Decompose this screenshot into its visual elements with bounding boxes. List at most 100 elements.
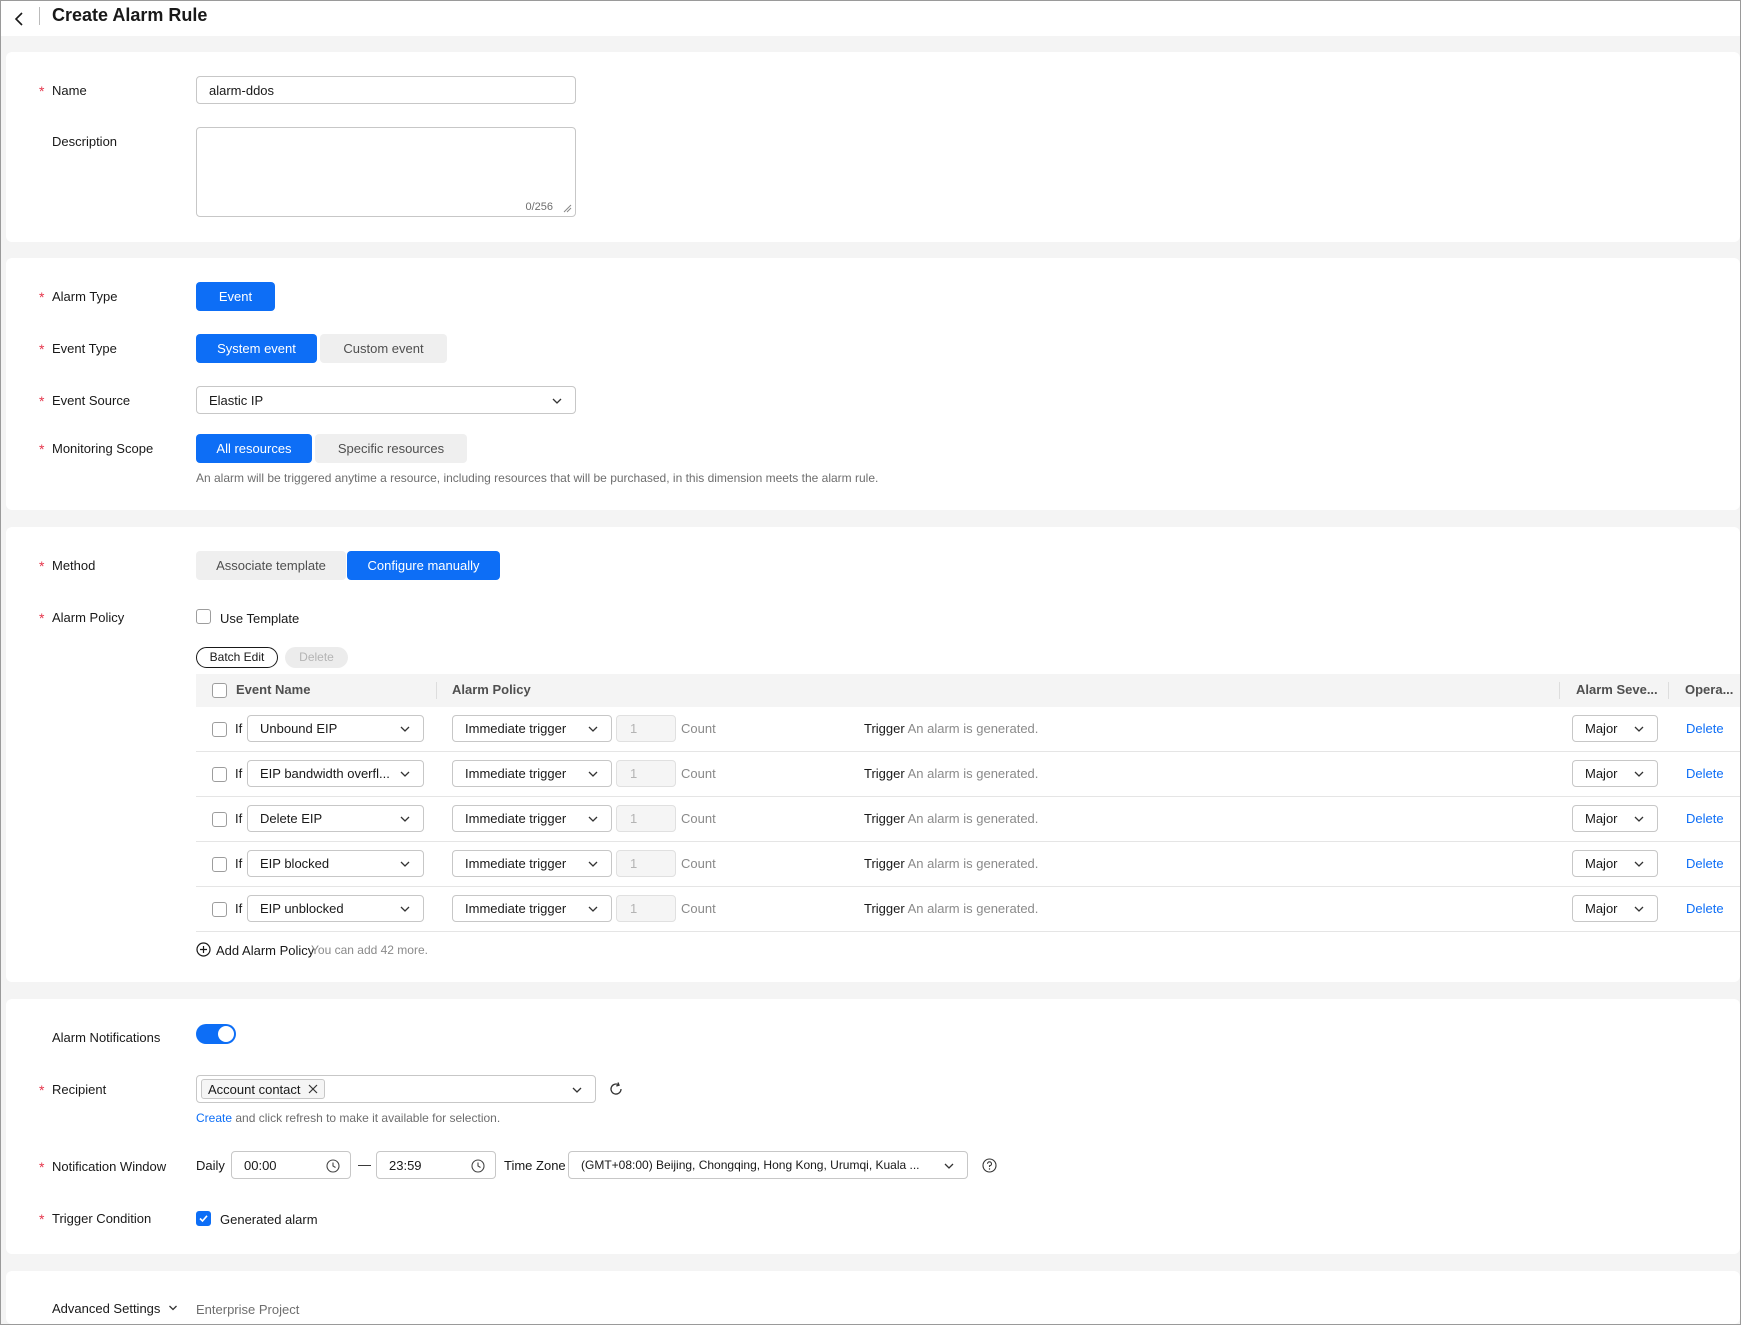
trigger-type-value: Immediate trigger [465,766,567,781]
trigger-text: An alarm is generated. [907,856,1039,871]
column-divider [436,682,437,699]
chevron-down-icon [1634,771,1644,777]
event-name-select[interactable]: EIP bandwidth overfl... [247,760,424,787]
count-label: Count [681,766,716,781]
specific-resources-tab[interactable]: Specific resources [315,434,467,463]
create-link[interactable]: Create [196,1111,232,1125]
trigger-word: Trigger [864,766,905,781]
batch-edit-button[interactable]: Batch Edit [196,647,278,668]
page-title: Create Alarm Rule [52,5,208,25]
severity-value: Major [1585,856,1618,871]
alarm-notifications-toggle[interactable] [196,1024,236,1044]
time-range-dash: — [358,1157,371,1172]
close-icon[interactable] [308,1084,318,1094]
start-time-picker[interactable]: 00:00 [231,1151,351,1179]
count-label: Count [681,721,716,736]
top-bar: Create Alarm Rule [1,1,1740,36]
delete-row-link[interactable]: Delete [1686,721,1724,736]
delete-row-link[interactable]: Delete [1686,811,1724,826]
row-checkbox[interactable] [212,767,227,782]
trigger-type-select[interactable]: Immediate trigger [452,895,612,922]
alarm-type-event-button[interactable]: Event [196,282,275,311]
recipient-label: Recipient [52,1082,107,1097]
trigger-type-select[interactable]: Immediate trigger [452,760,612,787]
delete-row-link[interactable]: Delete [1686,856,1724,871]
select-all-checkbox[interactable] [212,683,227,698]
event-source-label: Event Source [52,393,131,408]
table-row: If EIP blocked Immediate trigger 1 Count Trig… [196,842,1740,887]
help-icon[interactable] [982,1158,997,1173]
chevron-down-icon [588,726,598,732]
count-input[interactable]: 1 [616,715,676,742]
batch-delete-button[interactable]: Delete [285,647,348,668]
trigger-description: Trigger An alarm is generated. [864,721,1038,736]
check-icon [199,1215,208,1223]
row-checkbox[interactable] [212,812,227,827]
row-checkbox[interactable] [212,902,227,917]
count-input[interactable]: 1 [616,760,676,787]
method-label: Method [52,558,96,573]
severity-select[interactable]: Major [1572,715,1658,742]
required-mark: * [39,558,45,574]
count-input[interactable]: 1 [616,805,676,832]
event-name-value: EIP unblocked [260,901,344,916]
associate-template-tab[interactable]: Associate template [196,551,346,580]
chevron-down-icon [400,726,410,732]
clock-icon [326,1159,340,1173]
all-resources-tab[interactable]: All resources [196,434,312,463]
recipient-tag-label: Account contact [208,1081,301,1097]
required-mark: * [39,1159,45,1175]
column-operation: Opera... [1685,682,1734,697]
chevron-down-icon [588,816,598,822]
severity-select[interactable]: Major [1572,760,1658,787]
count-input[interactable]: 1 [616,895,676,922]
name-input[interactable]: alarm-ddos [196,76,576,104]
end-time-picker[interactable]: 23:59 [376,1151,496,1179]
generated-alarm-checkbox[interactable] [196,1211,211,1226]
alarm-type-card: * Alarm Type Event * Event Type System e… [6,258,1740,510]
event-name-select[interactable]: EIP unblocked [247,895,424,922]
advanced-settings-toggle[interactable]: Advanced Settings [52,1301,178,1316]
event-name-select[interactable]: Unbound EIP [247,715,424,742]
trigger-type-select[interactable]: Immediate trigger [452,805,612,832]
delete-row-link[interactable]: Delete [1686,901,1724,916]
severity-value: Major [1585,811,1618,826]
recipient-select[interactable]: Account contact [196,1075,596,1103]
toggle-knob [218,1026,234,1042]
event-name-select[interactable]: EIP blocked [247,850,424,877]
add-policy-hint: You can add 42 more. [311,943,428,957]
event-source-select[interactable]: Elastic IP [196,386,576,414]
severity-select[interactable]: Major [1572,895,1658,922]
trigger-text: An alarm is generated. [907,811,1039,826]
time-zone-select[interactable]: (GMT+08:00) Beijing, Chongqing, Hong Kon… [568,1151,968,1179]
configure-manually-tab[interactable]: Configure manually [347,551,500,580]
trigger-type-select[interactable]: Immediate trigger [452,715,612,742]
refresh-icon[interactable] [608,1081,624,1097]
row-checkbox[interactable] [212,722,227,737]
count-label: Count [681,811,716,826]
trigger-description: Trigger An alarm is generated. [864,766,1038,781]
row-checkbox[interactable] [212,857,227,872]
back-arrow-icon[interactable] [11,10,29,28]
event-name-value: EIP blocked [260,856,330,871]
delete-row-link[interactable]: Delete [1686,766,1724,781]
count-input[interactable]: 1 [616,850,676,877]
custom-event-tab[interactable]: Custom event [320,334,447,363]
resize-handle-icon[interactable] [563,204,572,213]
system-event-tab[interactable]: System event [196,334,317,363]
chevron-down-icon [588,906,598,912]
trigger-description: Trigger An alarm is generated. [864,811,1038,826]
trigger-type-select[interactable]: Immediate trigger [452,850,612,877]
event-name-value: Delete EIP [260,811,323,826]
chevron-down-icon [1634,861,1644,867]
use-template-checkbox[interactable] [196,609,211,624]
count-label: Count [681,901,716,916]
trigger-description: Trigger An alarm is generated. [864,901,1038,916]
severity-select[interactable]: Major [1572,805,1658,832]
required-mark: * [39,441,45,457]
event-name-select[interactable]: Delete EIP [247,805,424,832]
required-mark: * [39,393,45,409]
description-textarea[interactable]: 0/256 [196,127,576,217]
trigger-type-value: Immediate trigger [465,901,567,916]
severity-select[interactable]: Major [1572,850,1658,877]
